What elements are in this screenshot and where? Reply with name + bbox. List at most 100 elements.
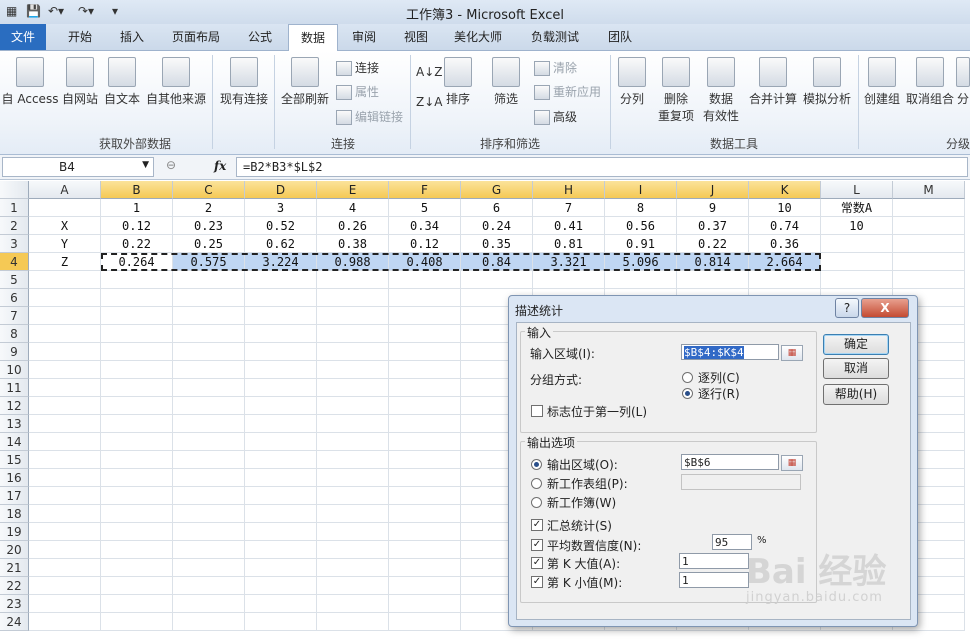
row-header-5[interactable]: 5: [0, 271, 29, 289]
select-all-corner[interactable]: [0, 181, 29, 199]
tab-insert[interactable]: 插入: [108, 24, 156, 50]
cell-m1[interactable]: [893, 199, 965, 217]
kth-largest-checkbox[interactable]: ✓: [531, 557, 543, 569]
cell-e10[interactable]: [317, 361, 389, 379]
cell-j5[interactable]: [677, 271, 749, 289]
cell-e7[interactable]: [317, 307, 389, 325]
range-select-icon[interactable]: ▦: [781, 455, 803, 471]
cell-e19[interactable]: [317, 523, 389, 541]
column-header-h[interactable]: H: [533, 181, 605, 199]
cell-d15[interactable]: [245, 451, 317, 469]
by-row-radio[interactable]: [682, 388, 693, 399]
row-header-12[interactable]: 12: [0, 397, 29, 415]
cell-c20[interactable]: [173, 541, 245, 559]
cell-c23[interactable]: [173, 595, 245, 613]
cell-c3[interactable]: 0.25: [173, 235, 245, 253]
cell-f23[interactable]: [389, 595, 461, 613]
tab-page-layout[interactable]: 页面布局: [162, 24, 230, 50]
cell-b23[interactable]: [101, 595, 173, 613]
cell-f17[interactable]: [389, 487, 461, 505]
filter-button[interactable]: 筛选: [484, 57, 528, 107]
row-header-9[interactable]: 9: [0, 343, 29, 361]
column-header-e[interactable]: E: [317, 181, 389, 199]
ok-button[interactable]: 确定: [823, 334, 889, 355]
row-header-8[interactable]: 8: [0, 325, 29, 343]
confidence-checkbox[interactable]: ✓: [531, 539, 543, 551]
cell-b2[interactable]: 0.12: [101, 217, 173, 235]
cell-g3[interactable]: 0.35: [461, 235, 533, 253]
from-text-button[interactable]: 自文本: [101, 57, 143, 107]
cell-a19[interactable]: [29, 523, 101, 541]
cell-d19[interactable]: [245, 523, 317, 541]
cell-d8[interactable]: [245, 325, 317, 343]
insert-function-icon[interactable]: fx: [214, 159, 226, 173]
cell-b14[interactable]: [101, 433, 173, 451]
output-range-field[interactable]: $B$6: [681, 454, 779, 470]
existing-connections-button[interactable]: 现有连接: [216, 57, 272, 107]
kth-largest-field[interactable]: 1: [679, 553, 749, 569]
cell-a14[interactable]: [29, 433, 101, 451]
column-header-g[interactable]: G: [461, 181, 533, 199]
cell-l3[interactable]: [821, 235, 893, 253]
from-access-button[interactable]: 自 Access: [0, 57, 60, 107]
cell-j1[interactable]: 9: [677, 199, 749, 217]
cell-b13[interactable]: [101, 415, 173, 433]
cell-b3[interactable]: 0.22: [101, 235, 173, 253]
row-header-13[interactable]: 13: [0, 415, 29, 433]
cell-c8[interactable]: [173, 325, 245, 343]
cell-f19[interactable]: [389, 523, 461, 541]
cell-k5[interactable]: [749, 271, 821, 289]
cell-k2[interactable]: 0.74: [749, 217, 821, 235]
cell-b11[interactable]: [101, 379, 173, 397]
cell-c1[interactable]: 2: [173, 199, 245, 217]
refresh-all-button[interactable]: 全部刷新: [278, 57, 332, 107]
sort-ascending-icon[interactable]: A↓Z: [416, 65, 442, 79]
cell-e23[interactable]: [317, 595, 389, 613]
cell-f4[interactable]: 0.408: [389, 253, 461, 271]
cell-b9[interactable]: [101, 343, 173, 361]
help-icon[interactable]: ?: [835, 298, 859, 318]
cell-h1[interactable]: 7: [533, 199, 605, 217]
cell-e12[interactable]: [317, 397, 389, 415]
cell-e1[interactable]: 4: [317, 199, 389, 217]
row-header-1[interactable]: 1: [0, 199, 29, 217]
cell-d17[interactable]: [245, 487, 317, 505]
cell-f11[interactable]: [389, 379, 461, 397]
cell-i4[interactable]: 5.096: [605, 253, 677, 271]
cell-d6[interactable]: [245, 289, 317, 307]
input-range-field[interactable]: $B$4:$K$4: [681, 344, 779, 360]
cell-j3[interactable]: 0.22: [677, 235, 749, 253]
cell-d10[interactable]: [245, 361, 317, 379]
cell-b20[interactable]: [101, 541, 173, 559]
row-header-19[interactable]: 19: [0, 523, 29, 541]
row-header-10[interactable]: 10: [0, 361, 29, 379]
cell-i1[interactable]: 8: [605, 199, 677, 217]
cell-e17[interactable]: [317, 487, 389, 505]
cell-e20[interactable]: [317, 541, 389, 559]
cell-b8[interactable]: [101, 325, 173, 343]
ungroup-button[interactable]: 取消组合: [904, 57, 956, 107]
cell-d24[interactable]: [245, 613, 317, 631]
cell-b12[interactable]: [101, 397, 173, 415]
cell-e3[interactable]: 0.38: [317, 235, 389, 253]
cell-c10[interactable]: [173, 361, 245, 379]
cell-f13[interactable]: [389, 415, 461, 433]
cell-c11[interactable]: [173, 379, 245, 397]
from-other-sources-button[interactable]: 自其他来源: [144, 57, 208, 107]
column-header-j[interactable]: J: [677, 181, 749, 199]
cell-h4[interactable]: 3.321: [533, 253, 605, 271]
cell-b4[interactable]: 0.264: [101, 253, 173, 271]
cell-a18[interactable]: [29, 505, 101, 523]
column-header-m[interactable]: M: [893, 181, 965, 199]
cell-f16[interactable]: [389, 469, 461, 487]
row-header-16[interactable]: 16: [0, 469, 29, 487]
cell-e22[interactable]: [317, 577, 389, 595]
cell-d13[interactable]: [245, 415, 317, 433]
tab-formulas[interactable]: 公式: [236, 24, 284, 50]
cell-a6[interactable]: [29, 289, 101, 307]
cell-m4[interactable]: [893, 253, 965, 271]
cell-b5[interactable]: [101, 271, 173, 289]
cell-a22[interactable]: [29, 577, 101, 595]
cell-l2[interactable]: 10: [821, 217, 893, 235]
row-header-17[interactable]: 17: [0, 487, 29, 505]
